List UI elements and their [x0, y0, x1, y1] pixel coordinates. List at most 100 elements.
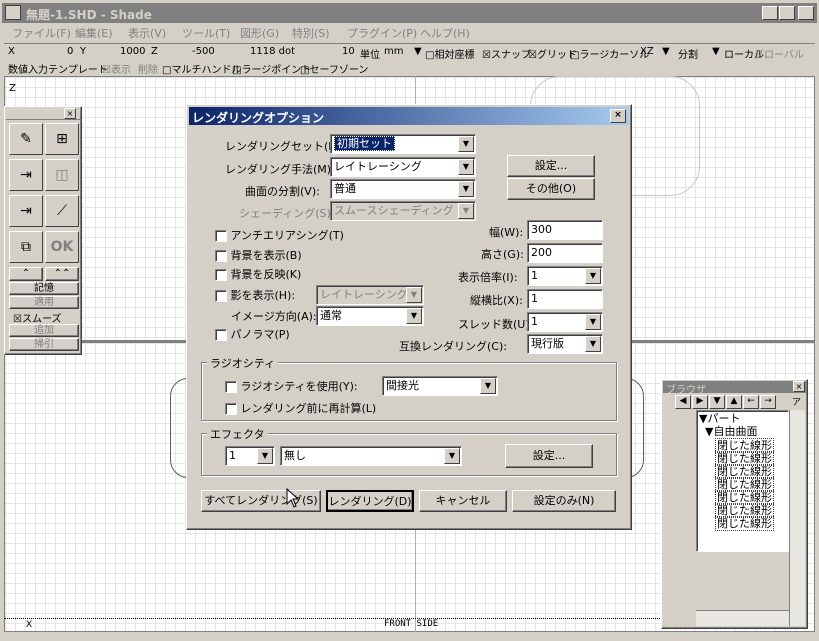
tree-part[interactable]: ▼パート	[699, 412, 740, 425]
split-dropdown-icon[interactable]: ▼	[712, 46, 720, 57]
menu-special[interactable]: 特別(S)	[292, 25, 330, 41]
menu-edit[interactable]: 編集(E)	[75, 25, 113, 41]
effector-select[interactable]: 無し ▼	[280, 446, 462, 466]
template-button[interactable]: テンプレート	[48, 61, 108, 76]
aspect-input[interactable]: 1	[527, 289, 603, 309]
panorama-checkbox[interactable]	[215, 329, 227, 341]
shadow-option[interactable]: 影を表示(H):	[215, 287, 295, 303]
antialias-checkbox[interactable]	[215, 230, 227, 242]
ok-button[interactable]: OK	[45, 231, 79, 263]
shading-select[interactable]: スムースシェーディング ▼	[330, 201, 476, 221]
menu-shape[interactable]: 図形(G)	[240, 25, 279, 41]
relative-coord-checkbox[interactable]: □相対座標	[425, 46, 474, 61]
snap-checkbox[interactable]: ☒スナップ	[482, 46, 531, 61]
recompute-option[interactable]: レンダリング前に再計算(L)	[225, 400, 376, 416]
render-all-button[interactable]: すべてレンダリング(S)	[201, 490, 321, 512]
radiosity-use-checkbox[interactable]	[225, 381, 237, 393]
numeric-input-button[interactable]: 数値入力	[8, 61, 48, 76]
minimize-button[interactable]: _	[762, 6, 778, 20]
plane-select[interactable]: XZ	[640, 46, 654, 57]
cylinder-tool-icon[interactable]: ◫	[45, 159, 79, 191]
nav-down-icon[interactable]: ▼	[709, 395, 725, 409]
menu-file[interactable]: ファイル(F)	[12, 25, 71, 41]
mountain-tool-2-icon[interactable]: ⌃⌃	[45, 267, 79, 281]
x-value[interactable]: 0	[67, 46, 73, 57]
nav-up-icon[interactable]: ▲	[726, 395, 742, 409]
compat-select[interactable]: 現行版 ▼	[527, 334, 603, 354]
safe-zone-checkbox[interactable]: □セーフゾーン	[300, 61, 368, 76]
delete-button[interactable]: 削除	[138, 61, 158, 76]
tree-item[interactable]: 閉じた線形	[715, 516, 774, 531]
tree-freeform[interactable]: ▼自由曲面	[705, 425, 757, 438]
bg-show-checkbox[interactable]	[215, 250, 227, 262]
scale-tool-icon[interactable]: ⇥	[9, 195, 43, 227]
unit-dropdown-icon[interactable]: ▼	[414, 46, 422, 57]
nav-right-icon[interactable]: →	[760, 395, 776, 409]
browser-titlebar[interactable]: ブラウザ ×	[663, 381, 806, 396]
effector-number-select[interactable]: 1 ▼	[225, 446, 275, 466]
hierarchy-tool-icon[interactable]: ⊞	[45, 123, 79, 155]
nav-left-icon[interactable]: ←	[743, 395, 759, 409]
render-set-select[interactable]: 初期セット ▼	[330, 134, 476, 154]
nav-next-icon[interactable]: ▶	[692, 395, 708, 409]
bg-reflect-checkbox[interactable]	[215, 269, 227, 281]
memory-button[interactable]: 記憶	[9, 282, 79, 295]
other-button[interactable]: その他(O)	[507, 178, 595, 200]
shadow-checkbox[interactable]	[215, 290, 227, 302]
scale-select[interactable]: 1 ▼	[527, 266, 603, 286]
split-select[interactable]: 分割	[678, 46, 698, 61]
shadow-mode-select[interactable]: レイトレーシング ▼	[316, 285, 424, 305]
dialog-titlebar[interactable]: レンダリングオプション ×	[189, 107, 629, 125]
image-direction-select[interactable]: 通常 ▼	[316, 306, 424, 326]
close-button[interactable]: ×	[798, 6, 814, 20]
antialias-option[interactable]: アンチエリアシング(T)	[215, 227, 344, 243]
menu-tools[interactable]: ツール(T)	[182, 25, 230, 41]
settings-button[interactable]: 設定...	[507, 155, 595, 177]
maximize-button[interactable]: □	[779, 6, 795, 20]
multi-handle-checkbox[interactable]: □マルチハンドル	[162, 61, 241, 76]
copy-tool-icon[interactable]: ⧉	[9, 231, 43, 263]
recompute-checkbox[interactable]	[225, 403, 237, 415]
dialog-close-icon[interactable]: ×	[610, 109, 626, 123]
radiosity-use-option[interactable]: ラジオシティを使用(Y):	[225, 378, 358, 394]
width-input[interactable]: 300	[527, 220, 603, 240]
cancel-button[interactable]: キャンセル	[419, 490, 507, 512]
browser-tree[interactable]: ▼パート ▼自由曲面 閉じた線形 閉じた線形 閉じた線形 閉じた線形 閉じた線形…	[696, 410, 789, 552]
render-button[interactable]: レンダリング(D)	[326, 490, 414, 512]
settings-only-button[interactable]: 設定のみ(N)	[512, 490, 616, 512]
dot-scale[interactable]: 10	[342, 46, 355, 57]
global-button[interactable]: グローバル	[754, 46, 804, 61]
effector-settings-button[interactable]: 設定...	[505, 444, 593, 468]
browser-hscrollbar[interactable]	[696, 610, 789, 626]
nav-first-icon[interactable]: ◀	[675, 395, 691, 409]
apply-button[interactable]: 適用	[9, 296, 79, 309]
bg-reflect-option[interactable]: 背景を反映(K)	[215, 266, 301, 282]
mountain-tool-1-icon[interactable]: ⌃	[9, 267, 43, 281]
height-input[interactable]: 200	[527, 243, 603, 263]
tool-palette-close-icon[interactable]: ×	[64, 108, 76, 119]
radiosity-mode-select[interactable]: 間接光 ▼	[382, 376, 498, 396]
smooth-checkbox[interactable]: ☒スムーズ	[13, 310, 83, 325]
menu-view[interactable]: 表示(V)	[128, 25, 166, 41]
tool-palette-titlebar[interactable]: ×	[6, 108, 80, 120]
show-checkbox[interactable]: ☒表示	[102, 61, 131, 76]
line-tool-icon[interactable]: ⟋	[45, 195, 79, 227]
method-select[interactable]: レイトレーシング ▼	[330, 157, 476, 177]
large-cursor-checkbox[interactable]: □ラージカーソル	[570, 46, 649, 61]
sweep-button[interactable]: 掃引	[9, 338, 79, 351]
z-value[interactable]: -500	[192, 46, 215, 57]
browser-close-icon[interactable]: ×	[793, 381, 805, 392]
panorama-option[interactable]: パノラマ(P)	[215, 326, 290, 342]
pencil-tool-icon[interactable]: ✎	[9, 123, 43, 155]
menu-plugin[interactable]: プラグイン(P)	[347, 25, 417, 41]
browser-vscrollbar[interactable]	[789, 410, 805, 626]
subdivision-select[interactable]: 普通 ▼	[330, 179, 476, 199]
window-titlebar[interactable]: 無題-1.SHD - Shade _ □ ×	[2, 3, 817, 23]
menu-help[interactable]: ヘルプ(H)	[420, 25, 470, 41]
bg-show-option[interactable]: 背景を表示(B)	[215, 247, 302, 263]
y-value[interactable]: 1000	[120, 46, 145, 57]
add-button[interactable]: 追加	[9, 324, 79, 337]
threads-select[interactable]: 1 ▼	[527, 312, 603, 332]
move-tool-icon[interactable]: ⇥	[9, 159, 43, 191]
plane-dropdown-icon[interactable]: ▼	[662, 46, 670, 57]
